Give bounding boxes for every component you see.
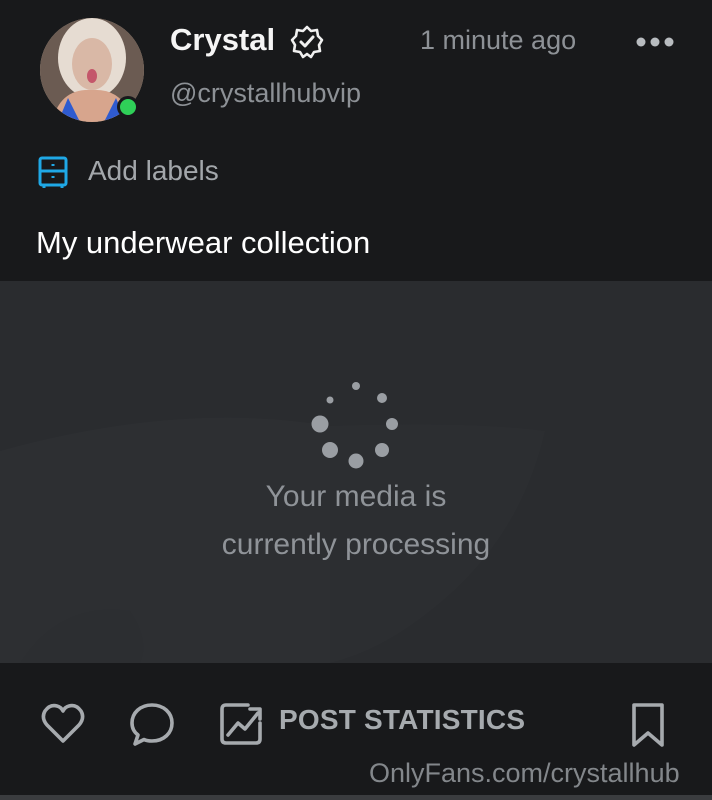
bookmark-icon[interactable]: [628, 701, 668, 749]
watermark: OnlyFans.com/crystallhub: [369, 758, 680, 788]
author-handle[interactable]: @crystallhubvip: [170, 77, 361, 109]
post-actions-bar: POST STATISTICS OnlyFans.com/crystallhub: [0, 663, 712, 800]
loading-spinner-icon: [311, 382, 398, 469]
heart-icon[interactable]: [40, 701, 86, 747]
author-name[interactable]: Crystal: [170, 22, 275, 58]
post-header: Crystal 1 minute ago @crystallhubvip Add…: [0, 0, 712, 281]
background-leaf-decoration: [0, 417, 545, 663]
post-text: My underwear collection: [36, 225, 371, 260]
add-labels-button[interactable]: Add labels: [88, 154, 219, 188]
labels-icon[interactable]: [38, 155, 68, 189]
post-timestamp: 1 minute ago: [420, 25, 577, 55]
more-dots-icon[interactable]: [635, 30, 675, 54]
processing-message-line1: Your media is: [265, 480, 447, 513]
verified-badge-icon: [290, 25, 324, 59]
online-status-dot: [117, 96, 139, 118]
bottom-divider: [0, 795, 712, 800]
processing-message-line2: currently processing: [221, 528, 491, 561]
chart-icon[interactable]: [218, 701, 264, 747]
post-statistics-button[interactable]: POST STATISTICS: [279, 703, 525, 737]
comment-icon[interactable]: [128, 701, 176, 747]
media-processing-area: Your media is currently processing: [0, 281, 712, 663]
